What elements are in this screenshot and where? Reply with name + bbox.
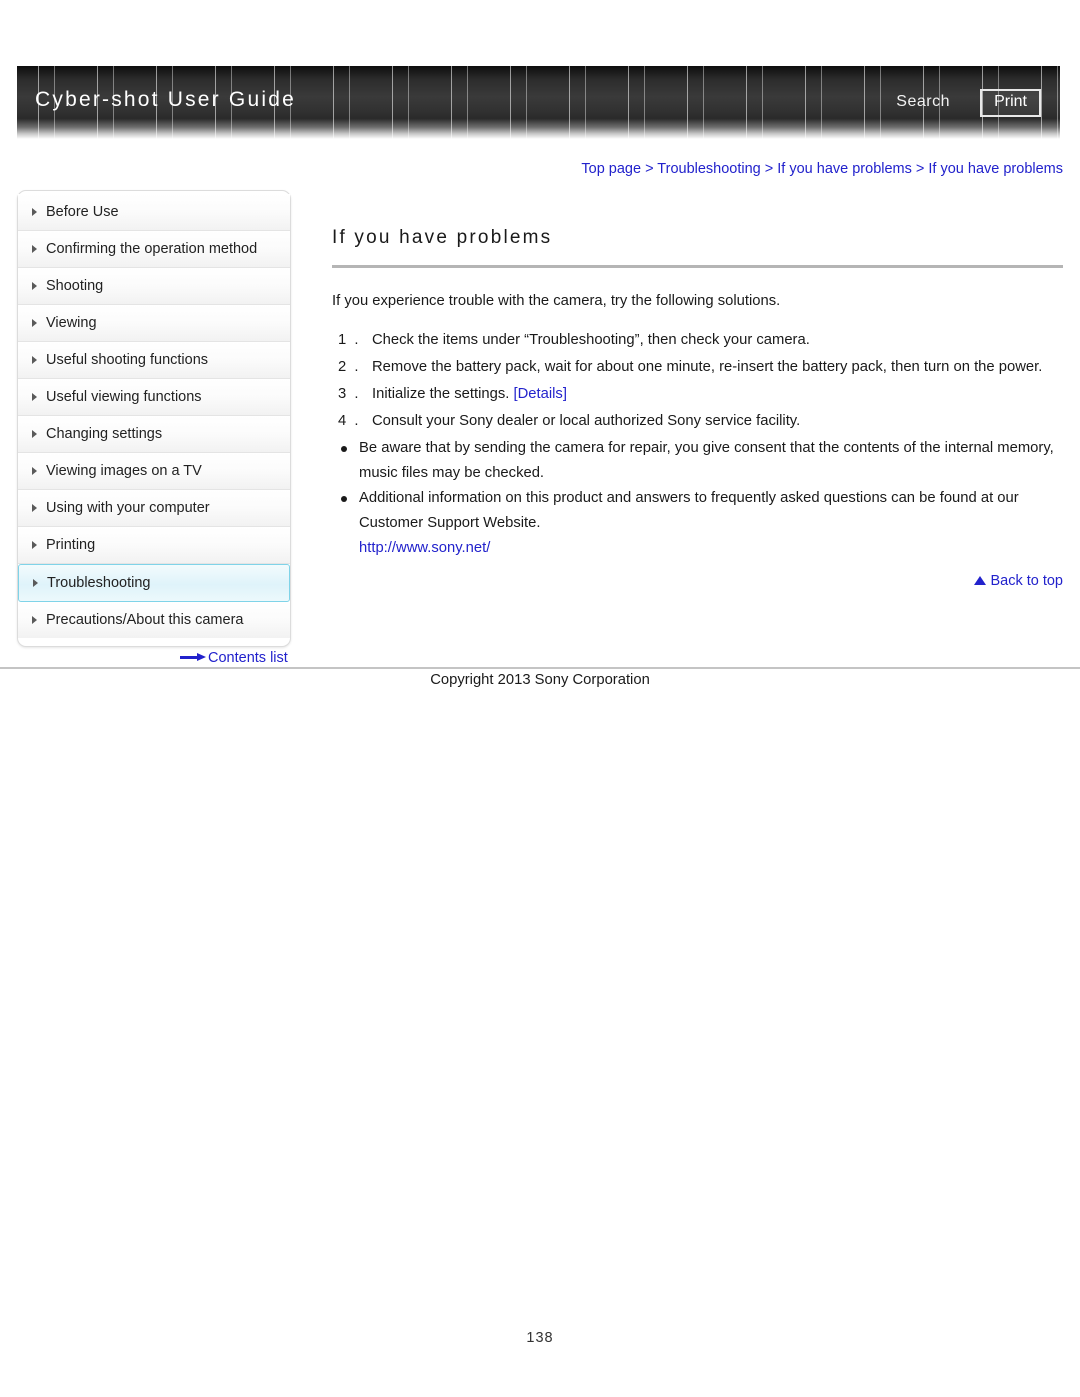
sidebar-item-label: Using with your computer (46, 500, 210, 516)
step-text: Initialize the settings. (372, 386, 510, 402)
copyright-text: Copyright 2013 Sony Corporation (430, 672, 650, 688)
step-text: Remove the battery pack, wait for about … (372, 359, 1043, 375)
sidebar-item-useful-shooting-functions[interactable]: Useful shooting functions (18, 342, 290, 379)
triangle-right-icon (32, 282, 37, 290)
bullet-icon (341, 446, 347, 452)
sidebar-item-label: Shooting (46, 278, 104, 294)
step-item: 2 . Remove the battery pack, wait for abo… (332, 355, 1063, 380)
sidebar-item-label: Precautions/About this camera (46, 612, 244, 628)
sidebar-item-label: Troubleshooting (47, 575, 151, 591)
support-url-link[interactable]: http://www.sony.net/ (332, 536, 1063, 561)
sidebar-item-useful-viewing-functions[interactable]: Useful viewing functions (18, 379, 290, 416)
step-item: 3 . Initialize the settings. [Details] (332, 382, 1063, 407)
contents-list-label: Contents list (208, 650, 288, 666)
step-number: 2 . (338, 359, 361, 375)
back-to-top-label: Back to top (990, 573, 1063, 589)
notes-list: Be aware that by sending the camera for … (332, 436, 1063, 536)
triangle-right-icon (33, 579, 38, 587)
triangle-right-icon (32, 504, 37, 512)
triangle-right-icon (32, 319, 37, 327)
contents-list-link[interactable]: Contents list (180, 650, 288, 666)
step-number: 1 . (338, 332, 361, 348)
triangle-up-icon (974, 576, 987, 585)
triangle-right-icon (32, 541, 37, 549)
search-button[interactable]: Search (896, 93, 950, 111)
sidebar-item-shooting[interactable]: Shooting (18, 268, 290, 305)
step-text: Check the items under “Troubleshooting”,… (372, 332, 810, 348)
step-text: Consult your Sony dealer or local author… (372, 413, 801, 429)
note-text: Be aware that by sending the camera for … (359, 440, 1054, 481)
note-item: Additional information on this product a… (332, 486, 1063, 536)
step-number: 3 . (338, 386, 361, 402)
steps-list: 1 . Check the items under “Troubleshootin… (332, 328, 1063, 434)
note-text: Additional information on this product a… (359, 490, 1019, 531)
print-button[interactable]: Print (980, 89, 1041, 117)
sidebar-item-label: Viewing (46, 315, 97, 331)
footer-divider (0, 667, 1080, 669)
breadcrumb[interactable]: Top page > Troubleshooting > If you have… (0, 161, 1063, 177)
sidebar-item-viewing[interactable]: Viewing (18, 305, 290, 342)
sidebar-item-precautions-about-this-camera[interactable]: Precautions/About this camera (18, 602, 290, 638)
sidebar-item-label: Printing (46, 537, 96, 553)
sidebar-item-changing-settings[interactable]: Changing settings (18, 416, 290, 453)
note-item: Be aware that by sending the camera for … (332, 436, 1063, 486)
page-number: 138 (526, 1330, 554, 1346)
sidebar-item-using-with-your-computer[interactable]: Using with your computer (18, 490, 290, 527)
triangle-right-icon (32, 430, 37, 438)
triangle-right-icon (32, 356, 37, 364)
support-url-label: http://www.sony.net/ (359, 540, 491, 556)
triangle-right-icon (32, 616, 37, 624)
sidebar-item-confirming-the-operation-method[interactable]: Confirming the operation method (18, 231, 290, 268)
page-title: If you have problems (332, 227, 1063, 268)
sidebar-item-printing[interactable]: Printing (18, 527, 290, 564)
sidebar-nav: Before Use Confirming the operation metho… (17, 190, 291, 647)
sidebar-item-troubleshooting[interactable]: Troubleshooting (18, 564, 290, 602)
back-to-top-link[interactable]: Back to top (332, 573, 1063, 589)
bullet-icon (341, 496, 347, 502)
sidebar-item-viewing-images-on-a-tv[interactable]: Viewing images on a TV (18, 453, 290, 490)
step-item: 4 . Consult your Sony dealer or local aut… (332, 409, 1063, 434)
sidebar-item-before-use[interactable]: Before Use (18, 194, 290, 231)
intro-text: If you experience trouble with the camer… (332, 293, 781, 309)
triangle-right-icon (32, 467, 37, 475)
step-number: 4 . (338, 413, 361, 429)
sidebar-item-label: Useful viewing functions (46, 389, 202, 405)
main-content: If you have problems If you experience t… (332, 227, 1063, 589)
sidebar-item-label: Before Use (46, 204, 119, 220)
site-title: Cyber-shot User Guide (35, 88, 296, 111)
details-link[interactable]: [Details] (513, 386, 566, 402)
triangle-right-icon (32, 245, 37, 253)
triangle-right-icon (32, 208, 37, 216)
sidebar-item-label: Useful shooting functions (46, 352, 209, 368)
step-item: 1 . Check the items under “Troubleshootin… (332, 328, 1063, 353)
triangle-right-icon (32, 393, 37, 401)
sidebar-item-label: Viewing images on a TV (46, 463, 202, 479)
sidebar-item-label: Confirming the operation method (46, 241, 258, 257)
sidebar-item-label: Changing settings (46, 426, 163, 442)
site-header: Cyber-shot User Guide Search Print (17, 66, 1060, 139)
arrow-right-icon (180, 653, 206, 661)
